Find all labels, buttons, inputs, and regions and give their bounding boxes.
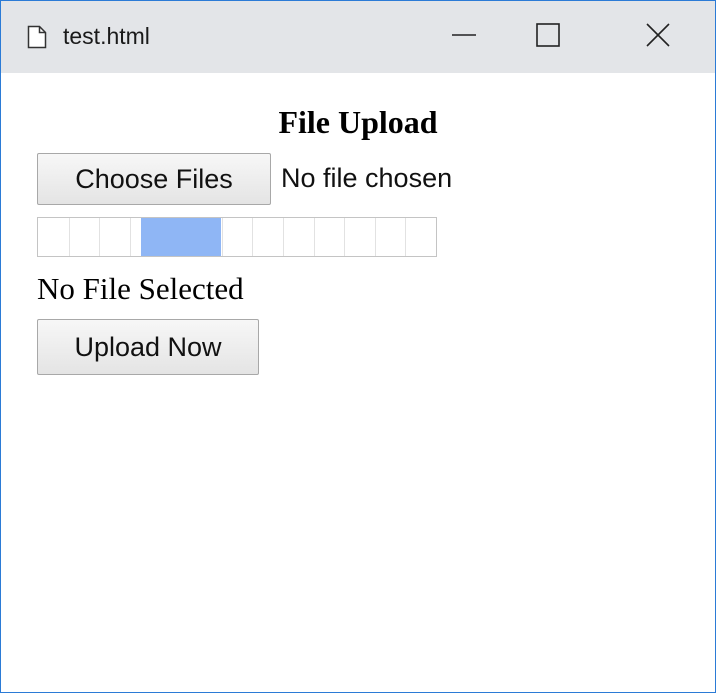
progress-segment-divider [314, 218, 315, 256]
title-bar[interactable]: test.html [1, 1, 715, 73]
minimize-icon [451, 22, 477, 53]
upload-now-button[interactable]: Upload Now [37, 319, 259, 375]
document-icon [27, 25, 47, 49]
page-title: File Upload [278, 104, 438, 140]
progress-segment-divider [99, 218, 100, 256]
progress-segment-divider [69, 218, 70, 256]
progress-segment-divider [405, 218, 406, 256]
maximize-icon [535, 22, 561, 53]
progress-fill [141, 218, 221, 256]
maximize-button[interactable] [511, 1, 585, 73]
progress-segment-divider [130, 218, 131, 256]
window-title: test.html [63, 23, 150, 49]
progress-segment-divider [222, 218, 223, 256]
progress-segment-divider [283, 218, 284, 256]
progress-segment-divider [252, 218, 253, 256]
close-button[interactable] [621, 1, 695, 73]
selection-status-text: No File Selected [37, 271, 244, 306]
upload-progress-bar [37, 217, 437, 257]
progress-segment-divider [375, 218, 376, 256]
choose-files-button[interactable]: Choose Files [37, 153, 271, 205]
minimize-button[interactable] [427, 1, 501, 73]
close-icon [645, 22, 671, 53]
page-content: File Upload Choose Files No file chosen … [1, 73, 715, 692]
browser-window: test.html File Upload Choose Files No fi… [0, 0, 716, 693]
progress-segment-divider [344, 218, 345, 256]
file-chosen-status: No file chosen [281, 163, 453, 193]
